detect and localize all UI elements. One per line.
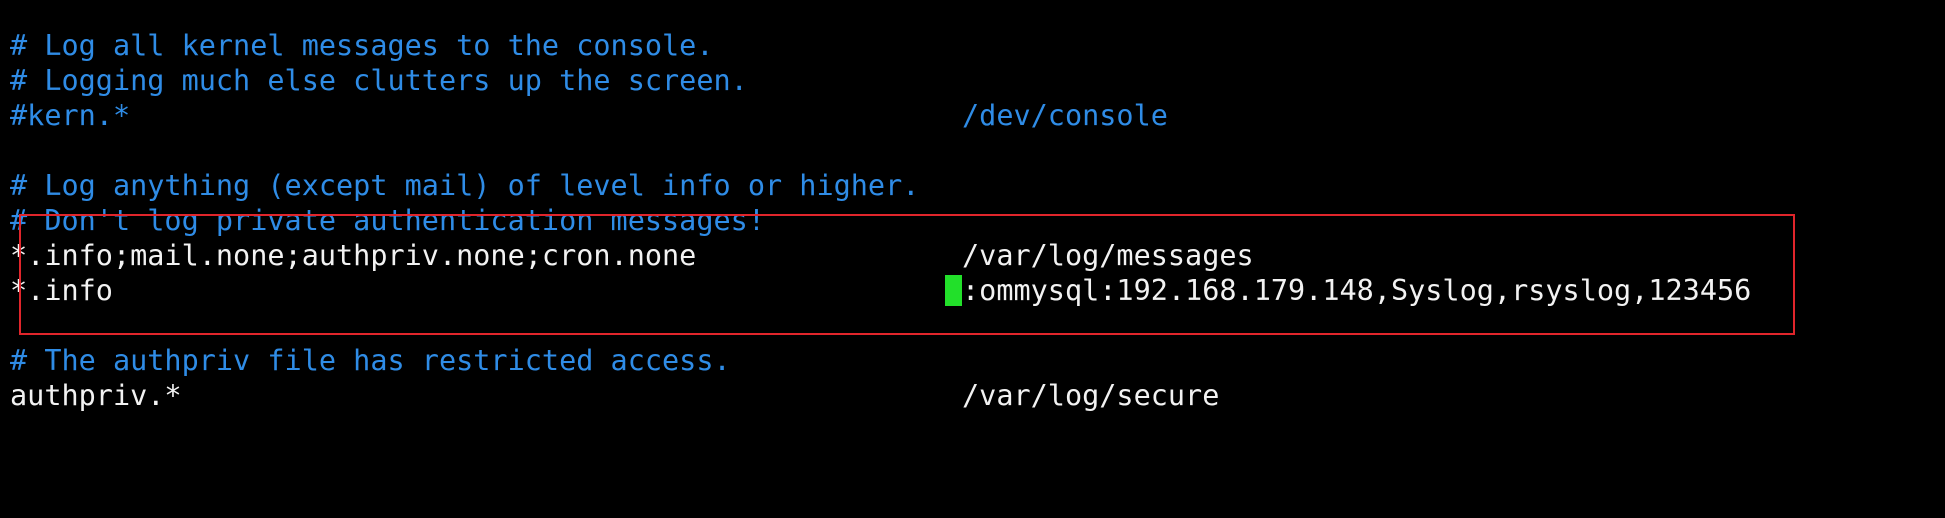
line-text: # Logging much else clutters up the scre… (10, 64, 748, 97)
terminal-content[interactable]: # Log all kernel messages to the console… (10, 28, 1935, 413)
line-selector: authpriv.* (10, 379, 182, 412)
comment-line: # Log all kernel messages to the console… (10, 28, 1935, 63)
comment-line: # Logging much else clutters up the scre… (10, 63, 1935, 98)
comment-line: #kern.* /dev/console (10, 98, 1935, 133)
comment-line: # Don't log private authentication messa… (10, 203, 1935, 238)
line-selector: *.info (10, 274, 113, 307)
terminal-window[interactable]: { "terminal": { "lines": [ { "type": "co… (0, 0, 1945, 443)
rule-line: *.info :ommysql:192.168.179.148,Syslog,r… (10, 273, 1935, 308)
line-text: # Log anything (except mail) of level in… (10, 169, 920, 202)
line-text: # Don't log private authentication messa… (10, 204, 765, 237)
comment-line: # Log anything (except mail) of level in… (10, 168, 1935, 203)
line-selector: *.info;mail.none;authpriv.none;cron.none (10, 239, 697, 272)
line-text: # Log all kernel messages to the console… (10, 29, 714, 62)
line-action: /var/log/secure (962, 379, 1220, 412)
rule-line: authpriv.* /var/log/secure (10, 378, 1935, 413)
line-action: :ommysql:192.168.179.148,Syslog,rsyslog,… (962, 274, 1752, 307)
line-action: /var/log/messages (962, 239, 1254, 272)
line-action: /dev/console (962, 99, 1168, 132)
line-selector: #kern.* (10, 99, 131, 132)
comment-line: # The authpriv file has restricted acces… (10, 343, 1935, 378)
text-cursor (945, 273, 962, 308)
line-text: # The authpriv file has restricted acces… (10, 344, 731, 377)
rule-line: *.info;mail.none;authpriv.none;cron.none… (10, 238, 1935, 273)
